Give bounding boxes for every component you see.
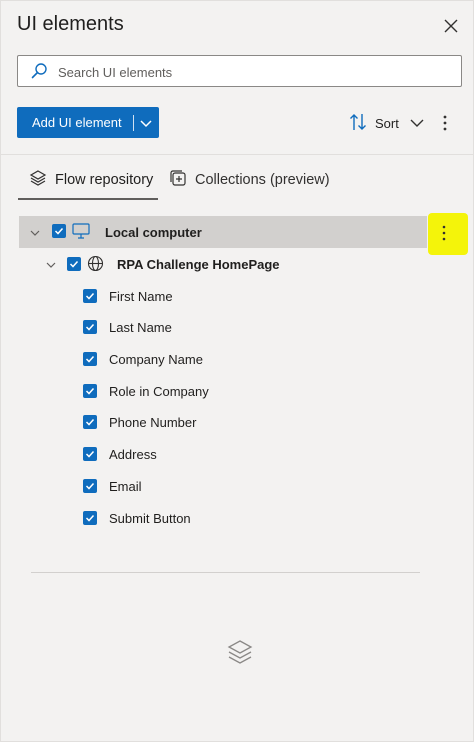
tree-item-label[interactable]: Submit Button (109, 511, 191, 526)
chevron-down-icon[interactable] (45, 258, 57, 270)
add-ui-element-button[interactable]: Add UI element (17, 107, 159, 138)
tab-flow-repository-label: Flow repository (55, 172, 154, 188)
homepage-checkbox[interactable] (67, 257, 81, 271)
close-icon[interactable] (441, 16, 461, 36)
local-computer-label: Local computer (105, 225, 202, 240)
tab-flow-repository[interactable]: Flow repository (29, 163, 153, 197)
section-divider (31, 572, 420, 573)
toolbar-divider (1, 154, 473, 155)
button-separator (132, 114, 134, 131)
email-checkbox[interactable] (83, 479, 97, 493)
tree-item-label[interactable]: First Name (109, 289, 173, 304)
more-options-icon[interactable] (438, 113, 452, 133)
tree-item-label[interactable]: Company Name (109, 352, 203, 367)
ui-elements-panel: UI elements Add UI element Sort (0, 0, 474, 742)
tree-item-label[interactable]: Role in Company (109, 384, 209, 399)
last-name-checkbox[interactable] (83, 320, 97, 334)
row-more-options-icon[interactable] (439, 224, 449, 242)
monitor-icon (72, 223, 90, 244)
panel-title: UI elements (17, 13, 124, 35)
local-computer-checkbox[interactable] (52, 224, 66, 238)
globe-icon (87, 255, 104, 277)
tree-item-label[interactable]: Address (109, 447, 157, 462)
sort-chevron-down-icon[interactable] (408, 114, 426, 132)
collection-add-icon (169, 169, 187, 191)
sort-button[interactable]: Sort (349, 112, 399, 134)
search-input[interactable] (56, 60, 450, 84)
chevron-down-icon[interactable] (29, 226, 41, 238)
phone-number-checkbox[interactable] (83, 415, 97, 429)
submit-button-checkbox[interactable] (83, 511, 97, 525)
sort-arrows-icon (349, 112, 367, 135)
tree-item-label[interactable]: Last Name (109, 320, 172, 335)
layers-icon (29, 169, 47, 191)
address-checkbox[interactable] (83, 447, 97, 461)
search-box[interactable] (17, 55, 462, 87)
search-icon (30, 62, 48, 80)
sort-label: Sort (375, 115, 399, 131)
tab-collections-label: Collections (preview) (195, 172, 330, 188)
chevron-down-icon[interactable] (134, 107, 159, 138)
add-ui-element-label: Add UI element (32, 115, 122, 130)
company-name-checkbox[interactable] (83, 352, 97, 366)
selected-tab-indicator (18, 198, 158, 200)
homepage-label: RPA Challenge HomePage (117, 257, 280, 272)
first-name-checkbox[interactable] (83, 289, 97, 303)
layers-icon (225, 637, 255, 667)
role-in-company-checkbox[interactable] (83, 384, 97, 398)
tree-item-label[interactable]: Email (109, 479, 142, 494)
tree-item-label[interactable]: Phone Number (109, 415, 196, 430)
tab-collections[interactable]: Collections (preview) (169, 163, 330, 197)
